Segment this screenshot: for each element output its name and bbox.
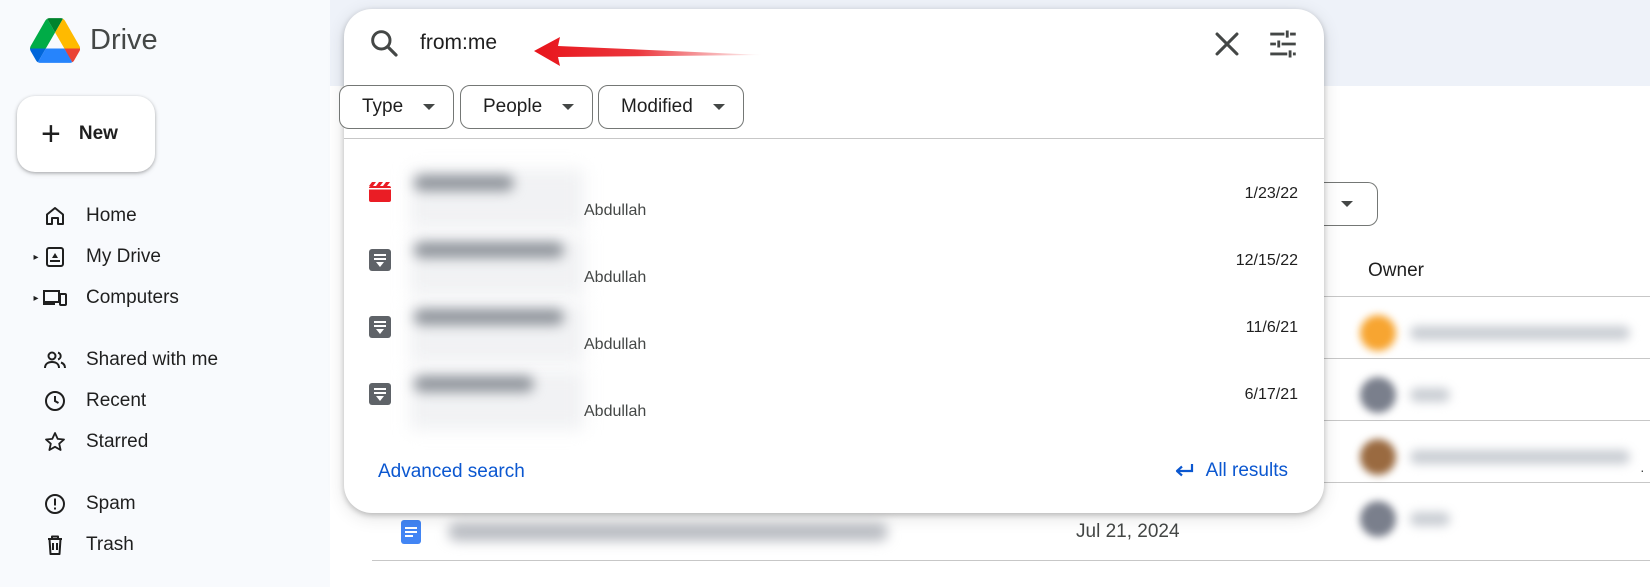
result-owner: Abdullah [584, 269, 647, 286]
sidebar-item-label: Home [86, 205, 137, 226]
result-date: 12/15/22 [1235, 252, 1298, 269]
clock-icon [42, 388, 68, 414]
search-result-item[interactable]: Abdullah 12/15/22 [344, 224, 1324, 296]
chevron-down-icon [562, 104, 575, 110]
chevron-down-icon [712, 104, 725, 110]
new-button-label: New [78, 123, 118, 144]
sidebar-item-label: Trash [86, 534, 134, 555]
modified-filter-chip[interactable]: Modified [598, 85, 744, 129]
sidebar-item-label: Spam [86, 493, 136, 514]
computers-icon [42, 285, 68, 311]
result-owner: Abdullah [584, 336, 647, 353]
sidebar-item-trash[interactable]: Trash [30, 525, 330, 565]
chevron-down-icon [1341, 201, 1353, 207]
type-filter-chip[interactable]: Type [339, 85, 455, 129]
audio-file-icon [369, 383, 391, 405]
sidebar-item-spam[interactable]: Spam [30, 484, 330, 524]
search-result-item[interactable]: Abdullah 1/23/22 [344, 157, 1324, 229]
home-icon [42, 203, 68, 229]
result-date: 1/23/22 [1244, 185, 1298, 202]
people-filter-chip[interactable]: People [460, 85, 594, 129]
audio-file-icon [369, 249, 391, 271]
chip-label: Modified [621, 96, 693, 117]
avatar [1360, 315, 1396, 351]
sidebar-item-computers[interactable]: ▸ Computers [30, 278, 330, 318]
table-divider [372, 560, 1650, 561]
sidebar-item-label: Recent [86, 390, 147, 411]
brand-name: Drive [90, 24, 158, 56]
drive-logo-icon [30, 18, 80, 63]
table-row[interactable]: Jul 21, 2024 [400, 512, 1400, 552]
owner-cell [1360, 364, 1650, 426]
spam-icon [42, 491, 68, 517]
avatar [1360, 439, 1396, 475]
file-name-redacted [448, 523, 888, 541]
my-drive-icon [42, 244, 68, 270]
result-date: 11/6/21 [1245, 319, 1298, 336]
avatar [1360, 377, 1396, 413]
sidebar-item-home[interactable]: Home [30, 196, 330, 236]
result-date: 6/17/21 [1244, 386, 1298, 403]
sidebar-item-label: Shared with me [86, 349, 219, 370]
video-file-icon [369, 182, 391, 202]
search-divider [344, 138, 1324, 139]
result-title-redacted [414, 309, 564, 325]
google-doc-icon [401, 520, 421, 544]
chip-label: Type [362, 96, 404, 117]
sidebar-item-my-drive[interactable]: ▸ My Drive [30, 237, 330, 277]
all-results-label: All results [1205, 460, 1288, 481]
annotation-arrow-icon [534, 37, 764, 66]
owner-email-redacted [1410, 326, 1630, 340]
owner-cell [1360, 302, 1650, 364]
owner-cell [1360, 426, 1650, 488]
owner-name-redacted [1410, 512, 1450, 526]
chevron-down-icon [423, 104, 436, 110]
expand-caret-icon[interactable]: ▸ [30, 293, 42, 304]
owner-cell [1360, 488, 1650, 550]
sidebar-item-shared-with-me[interactable]: Shared with me [30, 340, 330, 380]
drive-app: Owner · Jul 21, 2024 Drive + New Home ▸ … [0, 0, 1650, 587]
sidebar-item-starred[interactable]: Starred [30, 422, 330, 462]
sidebar-item-recent[interactable]: Recent [30, 381, 330, 421]
all-results-button[interactable]: All results [1172, 459, 1288, 483]
sidebar-item-label: Starred [86, 431, 149, 452]
result-owner: Abdullah [584, 403, 647, 420]
sidebar-item-label: My Drive [86, 246, 161, 267]
search-options-icon[interactable] [1266, 27, 1300, 61]
clear-search-icon[interactable] [1210, 27, 1244, 61]
people-icon [42, 347, 68, 373]
owner-column-header[interactable]: Owner [1368, 260, 1424, 282]
new-button[interactable]: + New [17, 96, 155, 172]
enter-arrow-icon [1175, 464, 1193, 477]
chip-label: People [483, 96, 543, 117]
more-indicator: · [1640, 462, 1645, 478]
owner-name-redacted [1410, 388, 1450, 402]
audio-file-icon [369, 316, 391, 338]
search-dropdown: Type People Modified Abdullah 1/23/22 [339, 9, 1324, 513]
sidebar-item-label: Computers [86, 287, 179, 308]
search-result-item[interactable]: Abdullah 6/17/21 [344, 358, 1324, 430]
plus-icon: + [41, 115, 61, 153]
result-title-redacted [414, 175, 514, 191]
owner-email-redacted [1410, 450, 1630, 464]
search-bar [344, 9, 1324, 79]
advanced-search-link[interactable]: Advanced search [378, 461, 525, 483]
star-icon [42, 429, 68, 455]
table-divider [1298, 296, 1650, 297]
drive-logo[interactable]: Drive [30, 18, 158, 63]
result-title-redacted [414, 376, 534, 392]
trash-icon [42, 532, 68, 558]
expand-caret-icon[interactable]: ▸ [30, 252, 42, 263]
search-result-item[interactable]: Abdullah 11/6/21 [344, 291, 1324, 363]
search-icon[interactable] [368, 27, 400, 59]
modified-date: Jul 21, 2024 [1076, 521, 1180, 542]
result-title-redacted [414, 242, 564, 258]
result-owner: Abdullah [584, 202, 647, 219]
